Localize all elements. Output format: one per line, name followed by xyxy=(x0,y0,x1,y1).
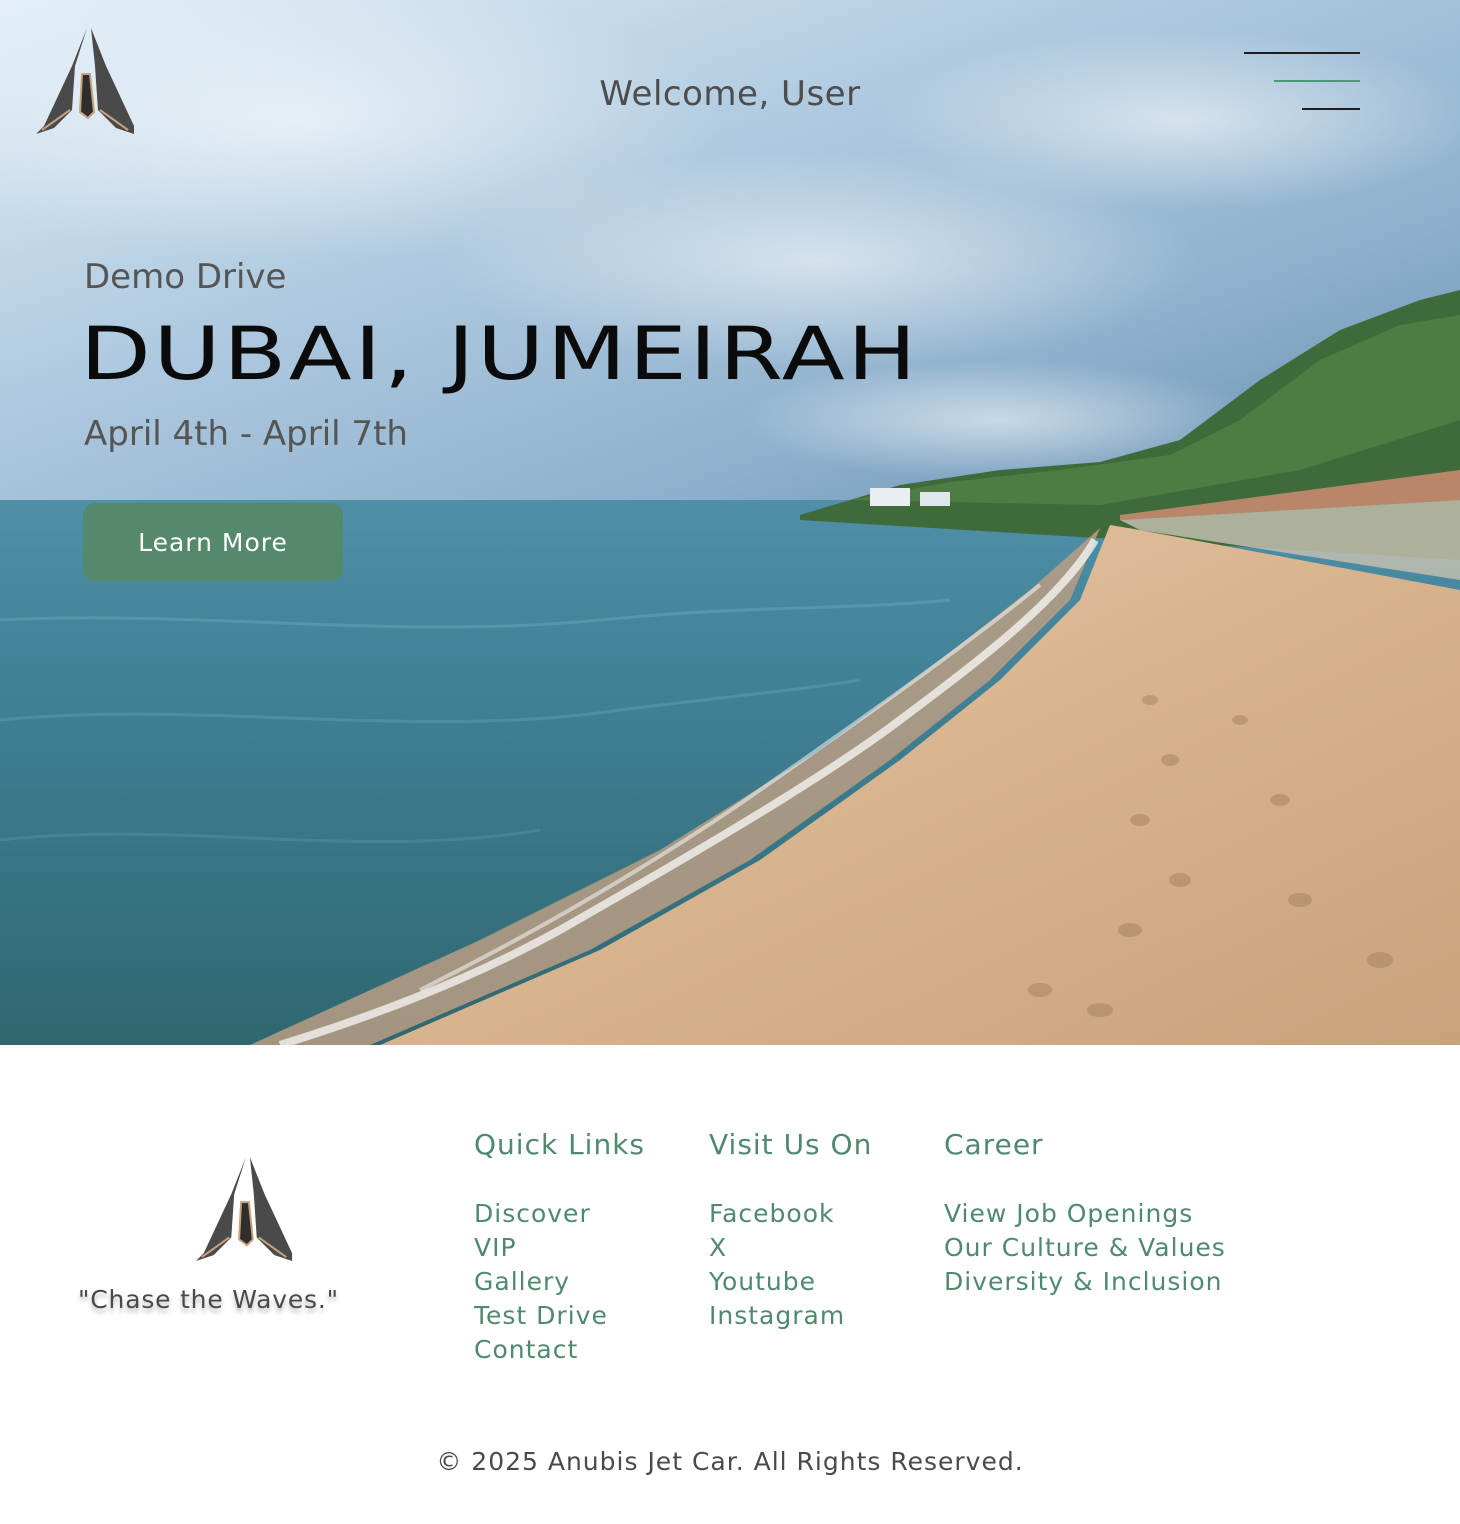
link-vip[interactable]: VIP xyxy=(474,1231,645,1265)
link-test-drive[interactable]: Test Drive xyxy=(474,1299,645,1333)
link-discover[interactable]: Discover xyxy=(474,1197,645,1231)
site-footer: "Chase the Waves." Quick Links Discover … xyxy=(0,1045,1460,1524)
link-culture-values[interactable]: Our Culture & Values xyxy=(944,1231,1226,1265)
copyright-text: © 2025 Anubis Jet Car. All Rights Reserv… xyxy=(436,1447,1024,1476)
link-gallery[interactable]: Gallery xyxy=(474,1265,645,1299)
learn-more-button[interactable]: Learn More xyxy=(83,503,343,581)
quick-links-column: Quick Links Discover VIP Gallery Test Dr… xyxy=(474,1128,645,1367)
link-diversity-inclusion[interactable]: Diversity & Inclusion xyxy=(944,1265,1226,1299)
footer-tagline: "Chase the Waves." xyxy=(78,1285,339,1314)
event-title: DUBAI, JUMEIRAH xyxy=(80,312,919,397)
link-x[interactable]: X xyxy=(709,1231,872,1265)
hero-section: Welcome, User Demo Drive DUBAI, JUMEIRAH… xyxy=(0,0,1460,1045)
hamburger-menu-icon[interactable] xyxy=(1236,46,1366,116)
link-instagram[interactable]: Instagram xyxy=(709,1299,872,1333)
event-dates: April 4th - April 7th xyxy=(84,414,408,454)
career-column: Career View Job Openings Our Culture & V… xyxy=(944,1128,1226,1299)
footer-logo-icon xyxy=(192,1155,296,1265)
visit-us-column: Visit Us On Facebook X Youtube Instagram xyxy=(709,1128,872,1333)
quick-links-heading: Quick Links xyxy=(474,1128,646,1161)
career-heading: Career xyxy=(944,1128,1044,1161)
visit-us-heading: Visit Us On xyxy=(709,1128,873,1161)
link-facebook[interactable]: Facebook xyxy=(709,1197,872,1231)
link-youtube[interactable]: Youtube xyxy=(709,1265,872,1299)
event-kicker: Demo Drive xyxy=(84,257,287,297)
link-contact[interactable]: Contact xyxy=(474,1333,645,1367)
link-job-openings[interactable]: View Job Openings xyxy=(944,1197,1226,1231)
